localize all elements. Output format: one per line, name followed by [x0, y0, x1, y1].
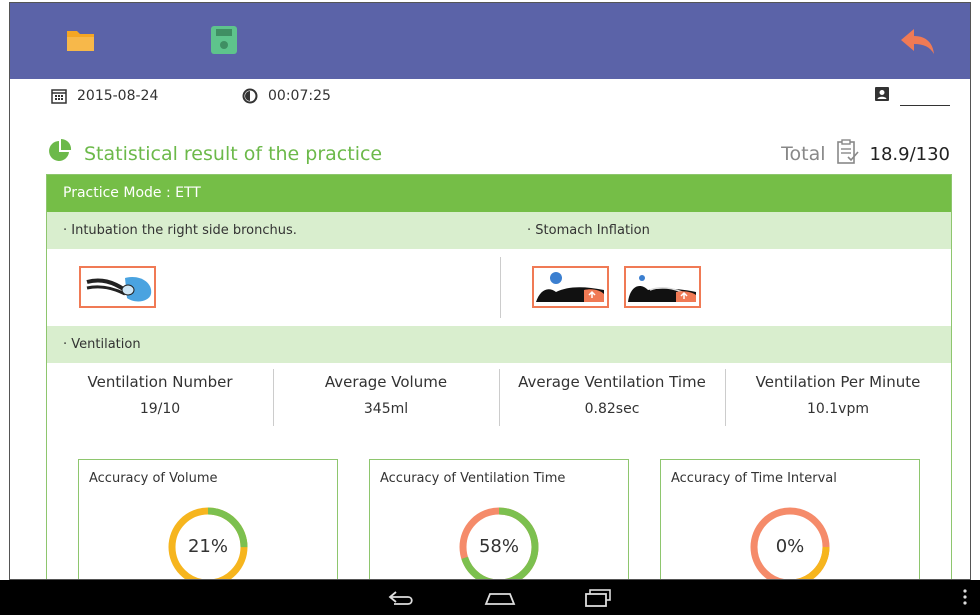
accuracy-percent: 58%	[478, 536, 519, 557]
back-arrow-icon[interactable]	[900, 27, 936, 55]
stat-value: 10.1vpm	[807, 401, 869, 417]
stat-label: Ventilation Per Minute	[755, 373, 921, 391]
home-nav-icon[interactable]	[484, 591, 516, 610]
total-value: 18.9/130	[869, 143, 951, 165]
stat-ventilation-per-minute: Ventilation Per Minute 10.1vpm	[725, 363, 951, 433]
recents-nav-icon[interactable]	[584, 589, 612, 611]
pie-chart-icon	[48, 138, 72, 168]
ventilation-header: · Ventilation	[47, 326, 951, 363]
folder-icon[interactable]	[66, 27, 96, 55]
stat-value: 19/10	[139, 401, 181, 417]
accuracy-title: Accuracy of Volume	[89, 471, 218, 486]
stat-ventilation-number: Ventilation Number 19/10	[47, 363, 273, 433]
overflow-menu-icon[interactable]	[962, 588, 968, 610]
stomach-thumbnail-1[interactable]	[532, 266, 609, 308]
calendar-icon	[51, 88, 67, 104]
accuracy-percent: 0%	[775, 536, 805, 557]
stomach-issue-label: · Stomach Inflation	[527, 223, 650, 238]
back-nav-icon[interactable]	[388, 590, 416, 610]
ventilation-stats: Ventilation Number 19/10 Average Volume …	[47, 363, 951, 433]
time-text: 00:07:25	[268, 88, 331, 104]
accuracy-title: Accuracy of Ventilation Time	[380, 471, 566, 486]
section-title: Statistical result of the practice	[84, 142, 383, 165]
bronchus-thumbnail[interactable]	[79, 266, 156, 308]
stat-label: Average Ventilation Time	[518, 373, 706, 391]
user-field[interactable]	[874, 86, 950, 106]
stat-value: 345ml	[363, 401, 409, 417]
time-display: 00:07:25	[242, 88, 331, 104]
accuracy-title: Accuracy of Time Interval	[671, 471, 837, 486]
practice-mode-bar: Practice Mode : ETT	[47, 175, 951, 212]
stat-average-ventilation-time: Average Ventilation Time 0.82sec	[499, 363, 725, 433]
bronchus-issue-label: · Intubation the right side bronchus.	[63, 223, 297, 238]
clock-icon	[242, 88, 258, 104]
save-icon[interactable]	[210, 25, 240, 54]
total-label: Total	[781, 143, 826, 165]
app-window: 2015-08-24 00:07:25 Statistical result o…	[9, 2, 971, 580]
user-card-icon	[874, 86, 890, 106]
issues-header: · Intubation the right side bronchus. · …	[47, 212, 951, 249]
stat-label: Ventilation Number	[87, 373, 233, 391]
accuracy-card-time-interval: Accuracy of Time Interval 0%	[660, 459, 920, 579]
stat-average-volume: Average Volume 345ml	[273, 363, 499, 433]
stat-value: 0.82sec	[584, 401, 640, 417]
accuracy-card-ventilation-time: Accuracy of Ventilation Time 58%	[369, 459, 629, 579]
accuracy-percent: 21%	[187, 536, 228, 557]
accuracy-cards: Accuracy of Volume 21% Accuracy of Venti…	[47, 433, 951, 579]
clipboard-check-icon	[836, 139, 860, 169]
results-panel: Practice Mode : ETT · Intubation the rig…	[46, 174, 952, 579]
top-toolbar	[10, 3, 970, 79]
date-display: 2015-08-24	[51, 88, 158, 104]
issue-divider	[500, 257, 501, 318]
stomach-thumbnail-2[interactable]	[624, 266, 701, 308]
android-nav-bar	[0, 580, 980, 615]
issue-images	[47, 249, 951, 326]
accuracy-card-volume: Accuracy of Volume 21%	[78, 459, 338, 579]
user-name-line	[900, 90, 950, 106]
date-text: 2015-08-24	[77, 88, 159, 104]
total-score: Total 18.9/130	[781, 139, 950, 169]
section-header: Statistical result of the practice	[48, 138, 383, 168]
stat-label: Average Volume	[324, 373, 448, 391]
